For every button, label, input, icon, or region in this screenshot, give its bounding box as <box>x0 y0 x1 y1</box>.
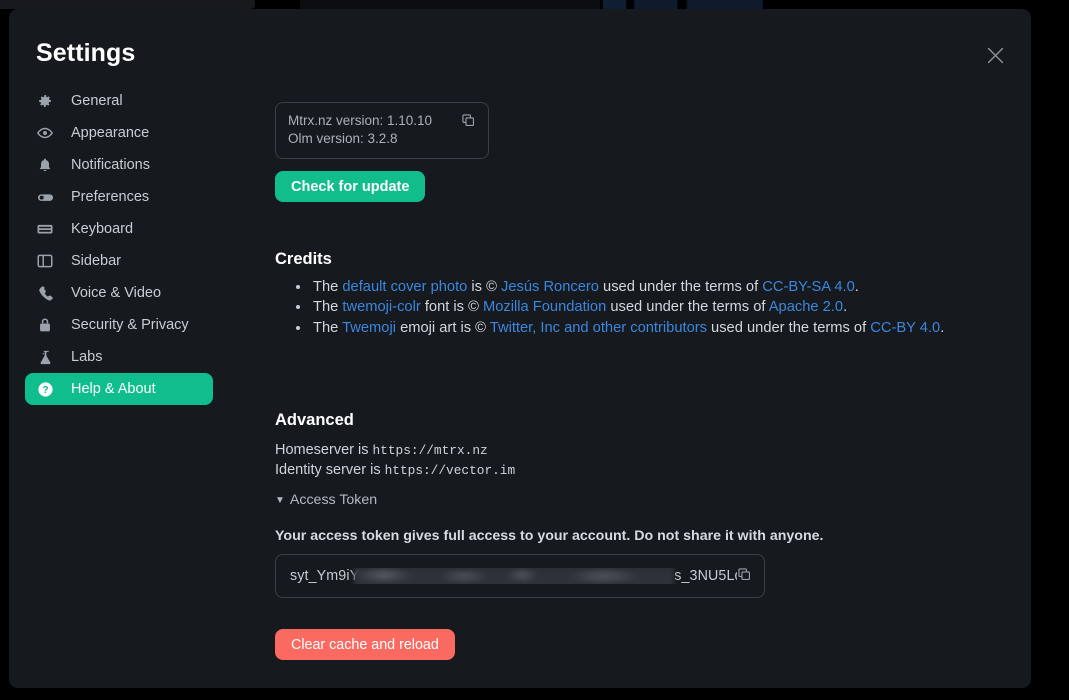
eye-icon <box>34 122 56 144</box>
credits-list: The default cover photo is © Jesús Ronce… <box>275 277 1011 338</box>
access-token-disclosure[interactable]: ▼ Access Token <box>275 492 377 508</box>
credit-text: The <box>313 279 343 295</box>
credit-link-author[interactable]: Jesús Roncero <box>501 279 599 295</box>
sidebar-item-general[interactable]: General <box>25 85 213 117</box>
chevron-down-icon: ▼ <box>275 494 285 506</box>
credit-link-twemoji[interactable]: Twemoji <box>342 320 396 336</box>
advanced-heading: Advanced <box>275 411 354 429</box>
check-for-update-button[interactable]: Check for update <box>275 171 426 202</box>
sidebar-item-label: Keyboard <box>71 221 134 237</box>
credit-text: The <box>313 319 343 336</box>
sidebar-item-labs[interactable]: Labs <box>25 341 213 373</box>
lock-icon <box>34 314 56 336</box>
credit-text: used under the terms of <box>598 279 763 295</box>
credit-text: used under the terms of <box>606 299 769 316</box>
identity-server-row: Identity server is https://vector.im <box>275 461 515 481</box>
credit-text: used under the terms of <box>706 319 871 336</box>
credit-text: . <box>940 319 945 336</box>
credit-text: . <box>854 279 859 295</box>
background-room-list-sliver <box>0 0 255 9</box>
olm-version-line: Olm version: 3.2.8 <box>288 131 398 146</box>
identity-server-label: Identity server is <box>275 461 381 478</box>
sidebar-item-label: General <box>71 93 123 109</box>
background-room-name-sliver <box>603 0 763 9</box>
settings-sidebar: General Appearance Notifications Prefere… <box>25 85 213 405</box>
credit-link-twitter[interactable]: Twitter, Inc and other contributors <box>490 320 707 336</box>
sidebar-item-label: Appearance <box>71 125 150 141</box>
credits-heading: Credits <box>275 250 332 268</box>
sidebar-item-label: Preferences <box>71 189 150 205</box>
list-item: The Twemoji emoji art is © Twitter, Inc … <box>311 318 1011 338</box>
credit-link-cover-photo[interactable]: default cover photo <box>342 279 467 295</box>
access-token-field[interactable]: syt_Ym9iY s_3NU5Lq <box>275 554 765 598</box>
credit-text: The <box>313 299 343 316</box>
access-token-value: syt_Ym9iY s_3NU5Lq <box>290 568 737 584</box>
sidebar-item-notifications[interactable]: Notifications <box>25 149 213 181</box>
credit-link-mozilla[interactable]: Mozilla Foundation <box>483 299 606 315</box>
credit-link-twemoji-colr[interactable]: twemoji-colr <box>342 299 420 315</box>
copy-icon[interactable] <box>737 567 752 587</box>
list-item: The twemoji-colr font is © Mozilla Found… <box>311 297 1011 317</box>
sidebar-item-preferences[interactable]: Preferences <box>25 181 213 213</box>
clear-cache-and-reload-button[interactable]: Clear cache and reload <box>275 629 455 660</box>
identity-server-value: https://vector.im <box>384 462 516 478</box>
flask-icon <box>34 346 56 368</box>
sidebar-item-security-privacy[interactable]: Security & Privacy <box>25 309 213 341</box>
access-token-toggle-label: Access Token <box>289 492 378 508</box>
credit-text: emoji art is © <box>396 319 490 336</box>
phone-icon <box>34 282 56 304</box>
credit-text: font is © <box>420 299 483 316</box>
sidebar-item-label: Help & About <box>71 381 156 397</box>
settings-content: Mtrx.nz version: 1.10.10 Olm version: 3.… <box>275 9 1031 688</box>
keyboard-icon <box>34 218 56 240</box>
sidebar-item-label: Voice & Video <box>71 285 162 301</box>
token-suffix: s_3NU5Lq <box>674 568 737 584</box>
access-token-warning: Your access token gives full access to y… <box>275 528 824 544</box>
sidebar-item-label: Sidebar <box>71 253 121 269</box>
version-info-box: Mtrx.nz version: 1.10.10 Olm version: 3.… <box>275 102 489 159</box>
sidebar-item-label: Security & Privacy <box>71 317 189 333</box>
app-version-line: Mtrx.nz version: 1.10.10 <box>288 113 433 128</box>
credit-link-apache[interactable]: Apache 2.0 <box>769 299 843 315</box>
toggle-icon <box>34 186 56 208</box>
credit-text: . <box>843 299 848 316</box>
version-lines: Mtrx.nz version: 1.10.10 Olm version: 3.… <box>288 112 432 148</box>
sidebar-item-label: Notifications <box>71 157 150 173</box>
svg-text:?: ? <box>42 385 48 396</box>
page-title: Settings <box>36 39 136 67</box>
settings-dialog: Settings General Appearance Notification… <box>9 9 1031 688</box>
bell-icon <box>34 154 56 176</box>
advanced-server-info: Homeserver is https://mtrx.nz Identity s… <box>275 441 515 480</box>
homeserver-value: https://mtrx.nz <box>372 443 488 458</box>
sidebar-item-voice-video[interactable]: Voice & Video <box>25 277 213 309</box>
panel-icon <box>34 250 56 272</box>
gear-icon <box>34 90 56 112</box>
sidebar-item-help-about[interactable]: ? Help & About <box>25 373 213 405</box>
sidebar-item-sidebar[interactable]: Sidebar <box>25 245 213 277</box>
homeserver-label: Homeserver is <box>275 442 369 458</box>
credit-link-license[interactable]: CC-BY-SA 4.0 <box>762 279 855 295</box>
credit-link-ccby[interactable]: CC-BY 4.0 <box>870 320 940 336</box>
credit-text: is © <box>467 279 501 295</box>
token-prefix: syt_Ym9iY <box>290 568 360 584</box>
sidebar-item-keyboard[interactable]: Keyboard <box>25 213 213 245</box>
list-item: The default cover photo is © Jesús Ronce… <box>311 277 1011 297</box>
sidebar-item-appearance[interactable]: Appearance <box>25 117 213 149</box>
question-mark-icon: ? <box>34 378 56 400</box>
copy-icon[interactable] <box>461 113 476 133</box>
sidebar-item-label: Labs <box>71 349 103 365</box>
homeserver-row: Homeserver is https://mtrx.nz <box>275 441 515 461</box>
